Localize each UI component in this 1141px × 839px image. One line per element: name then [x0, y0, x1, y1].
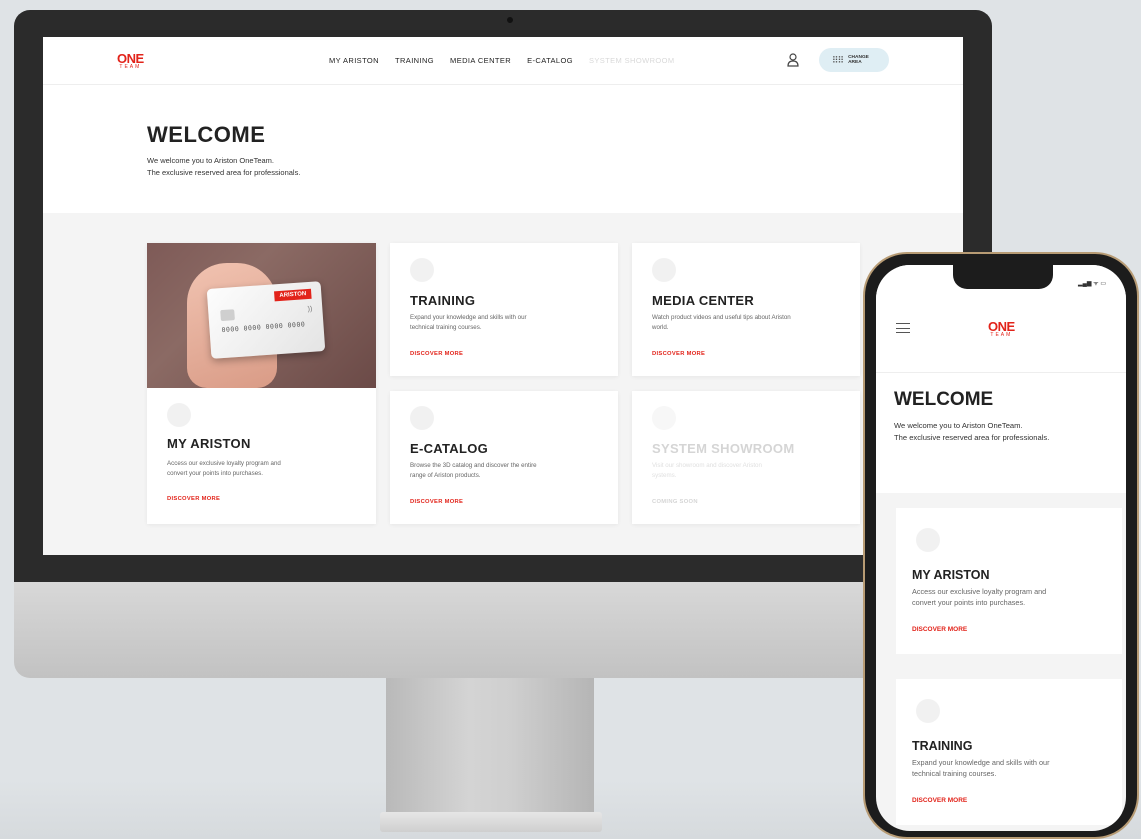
nav-e-catalog[interactable]: E-CATALOG	[527, 56, 573, 65]
training-icon	[410, 258, 434, 282]
media-icon	[652, 258, 676, 282]
nav-media-center[interactable]: MEDIA CENTER	[450, 56, 511, 65]
discover-more-link[interactable]: DISCOVER MORE	[912, 626, 967, 633]
card-title: TRAINING	[410, 293, 476, 308]
oneteam-logo[interactable]: ONE TEAM	[988, 319, 1015, 338]
card-title: E-CATALOG	[410, 441, 489, 456]
card-description: Access our exclusive loyalty program and…	[167, 460, 281, 477]
catalog-icon	[410, 406, 434, 430]
card-training[interactable]: TRAINING Expand your knowledge and skill…	[390, 243, 618, 376]
nav-system-showroom: SYSTEM SHOWROOM	[588, 56, 675, 65]
ariston-card-image: ARISTON )) 0000 0000 0000 0000	[206, 281, 326, 359]
welcome-section	[43, 85, 963, 213]
grid-icon: ⠿⠿	[831, 54, 844, 65]
card-description: Browse the 3D catalog and discover the e…	[410, 462, 537, 479]
card-title: MY ARISTON	[912, 568, 990, 582]
discover-more-link[interactable]: DISCOVER MORE	[912, 797, 967, 804]
desktop-monitor: ONE TEAM MY ARISTON TRAINING MEDIA CENTER…	[14, 10, 992, 678]
monitor-stand-foot	[380, 812, 602, 832]
discover-more-link[interactable]: DISCOVER MORE	[410, 499, 463, 505]
mobile-welcome-description: We welcome you to Ariston OneTeam. The e…	[894, 421, 1050, 442]
card-system-showroom: SYSTEM SHOWROOM Visit our showroom and d…	[632, 391, 860, 524]
menu-icon[interactable]	[896, 323, 910, 333]
oneteam-logo[interactable]: ONE TEAM	[117, 51, 144, 70]
welcome-description: We welcome you to Ariston OneTeam. The e…	[147, 156, 301, 177]
nav-links: MY ARISTON TRAINING MEDIA CENTER E-CATAL…	[329, 56, 675, 65]
training-icon	[916, 699, 940, 723]
discover-more-link[interactable]: DISCOVER MORE	[167, 496, 220, 502]
camera	[507, 17, 513, 23]
mobile-screen: ONE TEAM ▂▄▆ ᯤ ▭ WELCOME We welcome you t…	[876, 265, 1126, 831]
card-media-center[interactable]: MEDIA CENTER Watch product videos and us…	[632, 243, 860, 376]
discover-more-link[interactable]: DISCOVER MORE	[410, 351, 463, 357]
card-title: MY ARISTON	[167, 436, 251, 451]
card-description: Watch product videos and useful tips abo…	[652, 314, 791, 331]
loyalty-card-photo: ARISTON )) 0000 0000 0000 0000	[147, 243, 376, 388]
desktop-screen: ONE TEAM MY ARISTON TRAINING MEDIA CENTER…	[43, 37, 963, 555]
card-description: Visit our showroom and discover Ariston s…	[652, 462, 762, 479]
phone-notch	[953, 265, 1053, 289]
mobile-card-training[interactable]: TRAINING Expand your knowledge and skill…	[896, 679, 1122, 825]
card-title: SYSTEM SHOWROOM	[652, 441, 795, 456]
user-icon[interactable]	[787, 53, 799, 67]
coming-soon-label: COMING SOON	[652, 499, 698, 505]
mobile-page-title: WELCOME	[894, 389, 994, 410]
card-description: Expand your knowledge and skills with ou…	[912, 758, 1050, 778]
award-icon	[916, 528, 940, 552]
change-area-button[interactable]: ⠿⠿ CHANGE AREA	[819, 48, 889, 72]
award-icon	[167, 403, 191, 427]
card-title: TRAINING	[912, 739, 973, 753]
card-e-catalog[interactable]: E-CATALOG Browse the 3D catalog and disc…	[390, 391, 618, 524]
monitor-stand	[386, 678, 594, 818]
mobile-card-my-ariston[interactable]: MY ARISTON Access our exclusive loyalty …	[896, 508, 1122, 654]
card-title: MEDIA CENTER	[652, 293, 755, 308]
status-bar-icons: ▂▄▆ ᯤ ▭	[1078, 281, 1106, 287]
showroom-icon	[652, 406, 676, 430]
page-title: WELCOME	[147, 122, 266, 147]
discover-more-link[interactable]: DISCOVER MORE	[652, 351, 705, 357]
mobile-phone: ONE TEAM ▂▄▆ ᯤ ▭ WELCOME We welcome you t…	[863, 252, 1139, 839]
nav-my-ariston[interactable]: MY ARISTON	[329, 56, 379, 65]
top-nav: ONE TEAM MY ARISTON TRAINING MEDIA CENTER…	[43, 37, 963, 85]
card-description: Access our exclusive loyalty program and…	[912, 587, 1047, 607]
nav-training[interactable]: TRAINING	[395, 56, 434, 65]
card-description: Expand your knowledge and skills with ou…	[410, 314, 527, 331]
card-my-ariston[interactable]: ARISTON )) 0000 0000 0000 0000 MY ARISTO…	[147, 243, 376, 524]
monitor-chin	[14, 582, 992, 678]
